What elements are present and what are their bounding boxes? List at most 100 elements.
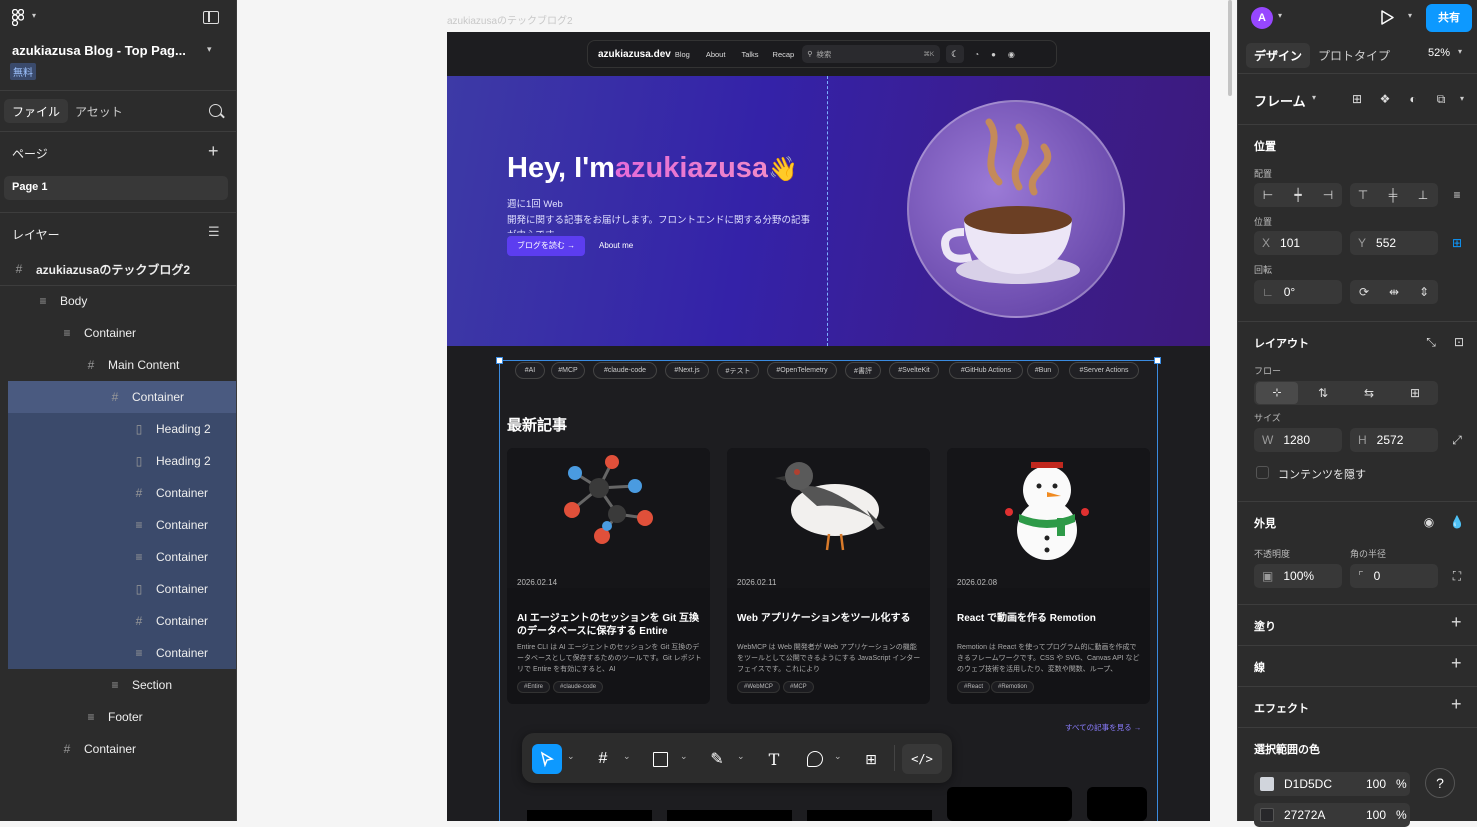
- card-tag[interactable]: #Entire: [517, 681, 551, 693]
- site-brand[interactable]: azukiazusa.dev: [598, 49, 671, 60]
- chevron-down-icon[interactable]: ⌄: [567, 751, 577, 765]
- add-page-icon[interactable]: +: [208, 141, 219, 162]
- layer-item[interactable]: ≡ Container: [8, 509, 236, 541]
- see-all-link[interactable]: すべての記事を見る →: [1065, 722, 1141, 733]
- auto-layout-icon[interactable]: ⊡: [1448, 331, 1470, 353]
- boolean-icon[interactable]: ⧉: [1430, 88, 1452, 110]
- nav-blog[interactable]: Blog: [675, 50, 690, 59]
- card-title[interactable]: React で動画を作る Remotion: [957, 612, 1142, 625]
- mask-icon[interactable]: ◐: [1402, 88, 1424, 110]
- bluesky-icon[interactable]: ●: [991, 50, 996, 59]
- layer-item[interactable]: # Container: [0, 733, 237, 765]
- chevron-down-icon[interactable]: ⌄: [623, 751, 633, 765]
- tag-pill[interactable]: #GitHub Actions: [949, 362, 1023, 379]
- radius-field[interactable]: ⌜ 0: [1350, 564, 1438, 588]
- card-tag[interactable]: #MCP: [783, 681, 814, 693]
- layer-item[interactable]: ▯ Heading 2: [8, 445, 236, 477]
- independent-corners-icon[interactable]: ⛶: [1446, 565, 1468, 587]
- clip-content-checkbox[interactable]: [1256, 466, 1269, 479]
- layer-item[interactable]: ≡ Section: [0, 669, 237, 701]
- selection-handle[interactable]: [496, 357, 503, 364]
- layer-item[interactable]: # Container: [8, 381, 236, 413]
- selection-handle[interactable]: [1154, 357, 1161, 364]
- align-right-icon[interactable]: ⊣: [1317, 184, 1339, 206]
- distribute-icon[interactable]: ≡: [1446, 184, 1468, 206]
- resources-tool-button[interactable]: ⊞: [856, 744, 886, 774]
- layer-item[interactable]: ▯ Container: [8, 573, 236, 605]
- tab-file[interactable]: ファイル: [4, 99, 69, 123]
- flow-horizontal-icon[interactable]: ⇆: [1358, 382, 1380, 404]
- tag-pill[interactable]: #MCP: [551, 362, 585, 379]
- website-frame[interactable]: azukiazusa.dev Blog About Talks Recap ⚲ …: [447, 32, 1210, 821]
- flow-grid-icon[interactable]: ⊞: [1404, 382, 1426, 404]
- github-icon[interactable]: ◉: [1008, 50, 1015, 59]
- layer-item[interactable]: ≡ Container: [0, 317, 237, 349]
- chevron-down-icon[interactable]: ▾: [1460, 94, 1464, 103]
- tab-design[interactable]: デザイン: [1246, 43, 1311, 68]
- y-field[interactable]: Y 552: [1350, 231, 1438, 255]
- text-tool-button[interactable]: T: [759, 744, 789, 774]
- flip-vertical-icon[interactable]: ⇕: [1413, 281, 1435, 303]
- frame-label[interactable]: azukiazusaのテックブログ2: [447, 12, 573, 27]
- collapse-icon[interactable]: ⤡: [1420, 331, 1442, 353]
- align-bottom-icon[interactable]: ⊥: [1412, 184, 1434, 206]
- width-field[interactable]: W 1280: [1254, 428, 1342, 452]
- eye-icon[interactable]: ◉: [1418, 511, 1440, 533]
- opacity-field[interactable]: ▣ 100%: [1254, 564, 1342, 588]
- file-title[interactable]: azukiazusa Blog - Top Pag...: [12, 43, 186, 58]
- tag-pill[interactable]: #OpenTelemetry: [767, 362, 837, 379]
- share-button[interactable]: 共有: [1426, 4, 1472, 32]
- flow-freeform-option[interactable]: ⊹: [1256, 382, 1298, 404]
- tag-pill[interactable]: #Bun: [1027, 362, 1059, 379]
- chevron-down-icon[interactable]: ⌄: [680, 751, 690, 765]
- theme-toggle-icon[interactable]: ☾: [946, 45, 965, 63]
- align-top-icon[interactable]: ⊤: [1352, 184, 1374, 206]
- flow-vertical-icon[interactable]: ⇅: [1312, 382, 1334, 404]
- align-center-h-icon[interactable]: ┿: [1287, 184, 1309, 206]
- tag-pill[interactable]: #書評: [845, 362, 881, 379]
- card-title[interactable]: Web アプリケーションをツール化する: [737, 612, 922, 625]
- tag-pill[interactable]: #SvelteKit: [889, 362, 939, 379]
- play-icon[interactable]: [1380, 9, 1395, 26]
- grid-icon[interactable]: ⊞: [1346, 88, 1368, 110]
- align-left-icon[interactable]: ⊢: [1257, 184, 1279, 206]
- layer-item[interactable]: # azukiazusaのテックブログ2: [0, 253, 237, 285]
- layer-item[interactable]: # Container: [8, 605, 236, 637]
- tag-pill[interactable]: #AI: [515, 362, 545, 379]
- height-field[interactable]: H 2572: [1350, 428, 1438, 452]
- help-button[interactable]: ?: [1425, 768, 1455, 798]
- flip-horizontal-icon[interactable]: ⇹: [1383, 281, 1405, 303]
- figma-menu-icon[interactable]: ▾: [11, 8, 40, 27]
- frame-type-label[interactable]: フレーム: [1254, 91, 1306, 110]
- layer-item[interactable]: ≡ Container: [8, 541, 236, 573]
- read-blog-button[interactable]: ブログを読む →: [507, 236, 585, 256]
- site-search[interactable]: ⚲ 検索 ⌘K: [802, 45, 941, 63]
- layer-item[interactable]: ≡ Footer: [0, 701, 237, 733]
- canvas[interactable]: azukiazusaのテックブログ2 azukiazusa.dev Blog A…: [237, 0, 1237, 821]
- chevron-down-icon[interactable]: ▾: [1408, 11, 1412, 20]
- tag-pill[interactable]: #テスト: [717, 362, 759, 379]
- layer-item[interactable]: ▯ Heading 2: [8, 413, 236, 445]
- nav-talks[interactable]: Talks: [741, 50, 758, 59]
- nav-recap[interactable]: Recap: [773, 50, 795, 59]
- tab-assets[interactable]: アセット: [75, 103, 123, 120]
- tag-pill[interactable]: #Next.js: [665, 362, 709, 379]
- chevron-down-icon[interactable]: ▾: [1458, 47, 1462, 56]
- card-title[interactable]: AI エージェントのセッションを Git 互換のデータベースに保存する Enti…: [517, 612, 702, 638]
- about-me-link[interactable]: About me: [599, 241, 633, 250]
- card-tag[interactable]: #claude-code: [553, 681, 604, 693]
- rotate-icon[interactable]: ⟳: [1353, 281, 1375, 303]
- article-card[interactable]: 2026.02.08 React で動画を作る Remotion Remotio…: [947, 448, 1150, 704]
- color-row[interactable]: D1D5DC 100 %: [1254, 772, 1410, 796]
- chevron-down-icon[interactable]: ▾: [1278, 11, 1282, 20]
- search-icon[interactable]: [209, 104, 225, 119]
- chevron-down-icon[interactable]: ▾: [1312, 93, 1316, 102]
- nav-about[interactable]: About: [706, 50, 726, 59]
- component-icon[interactable]: ❖: [1374, 88, 1396, 110]
- layers-menu-icon[interactable]: ☰: [208, 224, 220, 240]
- rectangle-tool-button[interactable]: [645, 744, 675, 774]
- canvas-scrollbar[interactable]: [1228, 0, 1232, 96]
- resize-icon[interactable]: ⤢: [1446, 429, 1468, 451]
- color-row[interactable]: 27272A 100 %: [1254, 803, 1410, 827]
- frame-tool-button[interactable]: #: [588, 744, 618, 774]
